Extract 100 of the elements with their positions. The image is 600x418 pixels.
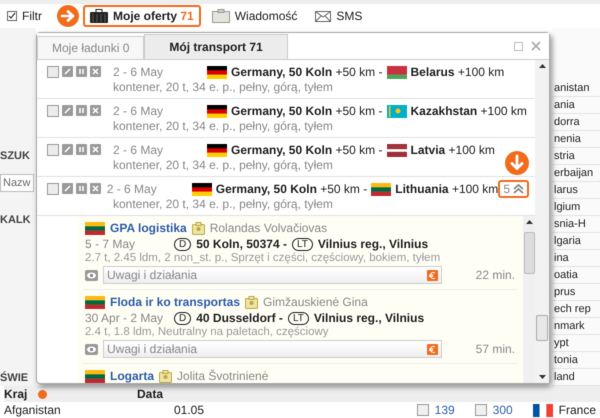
- edit-icon[interactable]: [62, 183, 73, 194]
- note-icon: [212, 9, 230, 23]
- scroll-up-icon[interactable]: [526, 220, 532, 224]
- pause-icon[interactable]: [76, 66, 87, 77]
- section-heading: SZUK: [0, 150, 31, 162]
- search-field[interactable]: Nazw: [0, 174, 34, 192]
- country-item[interactable]: stria: [552, 148, 600, 165]
- column-header[interactable]: Kraj: [4, 387, 84, 401]
- column-header[interactable]: Data: [137, 387, 197, 401]
- date-range: 2 - 6 May: [106, 182, 158, 196]
- cargo-details: kontener, 20 t, 34 e. p., pełny, górą, tyłem: [113, 119, 333, 133]
- country-code-badge: LT: [292, 238, 313, 250]
- contact-name: Gimžauskienė Gina: [263, 295, 368, 309]
- checkbox[interactable]: [47, 66, 59, 78]
- contact-card-icon: [245, 296, 258, 308]
- sort-icon: [38, 390, 47, 398]
- country-item[interactable]: ech rep: [552, 301, 600, 318]
- country-item[interactable]: lgium: [552, 199, 600, 216]
- country-item[interactable]: erbaijan: [552, 165, 600, 182]
- edit-icon[interactable]: [62, 66, 73, 77]
- checkbox[interactable]: [416, 404, 429, 416]
- destination-text: Vilnius reg., Vilnius: [318, 237, 428, 251]
- country-item[interactable]: ypt: [552, 335, 600, 352]
- table-cell-text: 01.05: [174, 403, 206, 417]
- edit-icon[interactable]: [62, 144, 73, 155]
- delete-icon[interactable]: [90, 144, 101, 155]
- country-item[interactable]: larus: [552, 182, 600, 199]
- flag-icon: [207, 66, 227, 78]
- scrollbar[interactable]: [535, 60, 549, 383]
- flag-icon: [207, 104, 227, 118]
- date-range: 30 Apr - 2 May: [85, 311, 164, 325]
- country-item[interactable]: nenia: [552, 131, 600, 148]
- edit-icon[interactable]: [62, 105, 73, 116]
- country-code-badge: LT: [288, 312, 309, 324]
- contact-name: Rolandas Volvačiovas: [210, 221, 328, 235]
- delete-icon[interactable]: [90, 105, 101, 116]
- scroll-down-icon[interactable]: [538, 375, 546, 379]
- scrollbar-thumb[interactable]: [524, 232, 534, 274]
- toolbar-button[interactable]: SMS: [308, 5, 370, 27]
- checkbox-icon: [7, 11, 17, 21]
- flag-icon: [192, 182, 212, 196]
- scrollbar-thumb[interactable]: [536, 315, 548, 341]
- country-item[interactable]: snia-H: [552, 216, 600, 233]
- destination-text: Kazakhstan +100 km: [410, 104, 527, 118]
- checkbox[interactable]: [47, 105, 59, 117]
- euro-icon[interactable]: [427, 270, 438, 280]
- country-item[interactable]: nmark: [552, 318, 600, 335]
- flag-icon: [386, 104, 407, 118]
- notes-field[interactable]: Uwagi i działania: [103, 340, 442, 358]
- country-item[interactable]: tonia: [552, 352, 600, 369]
- origin-text: 50 Koln, 50374 -: [196, 237, 287, 251]
- company-link[interactable]: Logarta: [110, 369, 154, 383]
- scrollbar[interactable]: [523, 216, 535, 383]
- maximize-icon[interactable]: [514, 42, 523, 50]
- country-item[interactable]: ina: [552, 250, 600, 267]
- country-code-badge: D: [174, 238, 192, 250]
- checkbox[interactable]: [47, 144, 59, 156]
- count-link[interactable]: 139: [434, 403, 469, 417]
- delete-icon[interactable]: [90, 183, 101, 194]
- toolbar-button[interactable]: Filtr: [0, 5, 49, 27]
- double-chevron-up-icon: [513, 184, 524, 194]
- pause-icon[interactable]: [76, 105, 87, 116]
- responses-toggle[interactable]: 5: [498, 180, 529, 198]
- company-link[interactable]: Floda ir ko transportas: [110, 295, 240, 309]
- country-item[interactable]: lgaria: [552, 233, 600, 250]
- country-item[interactable]: oatia: [552, 267, 600, 284]
- date-range: 2 - 6 May: [113, 65, 164, 79]
- flag-icon: [371, 182, 392, 196]
- table-cell-text: Afganistan: [4, 403, 62, 417]
- company-link[interactable]: GPA logistika: [110, 221, 187, 235]
- elapsed-time: 57 min.: [474, 342, 515, 356]
- eye-icon[interactable]: [85, 344, 98, 354]
- destination-text: Latvia +100 km: [410, 143, 495, 157]
- country-item[interactable]: prus: [552, 284, 600, 301]
- elapsed-time: 22 min.: [474, 268, 515, 282]
- flag-icon: [85, 296, 105, 308]
- contact-card-icon: [159, 370, 172, 382]
- country-item[interactable]: ania: [552, 97, 600, 114]
- toolbar-button[interactable]: Moje oferty 71: [83, 5, 201, 27]
- pause-icon[interactable]: [76, 144, 87, 155]
- cargo-details: kontener, 20 t, 34 e. p., pełny, górą, tyłem: [113, 158, 333, 172]
- eye-icon[interactable]: [85, 270, 98, 280]
- euro-icon[interactable]: [427, 344, 438, 354]
- country-item[interactable]: dorra: [552, 114, 600, 131]
- country-code-badge: D: [174, 312, 192, 324]
- count-link[interactable]: 300: [492, 403, 527, 417]
- country-item[interactable]: anistan: [552, 80, 600, 97]
- checkbox[interactable]: [474, 404, 487, 416]
- notes-field[interactable]: Uwagi i działania: [103, 266, 442, 284]
- close-icon[interactable]: [531, 41, 541, 51]
- origin-text: Germany, 50 Koln +50 km -: [231, 65, 383, 79]
- scroll-up-icon[interactable]: [538, 64, 546, 68]
- delete-icon[interactable]: [90, 66, 101, 77]
- cargo-details: kontener, 20 t, 34 e. p., pełny, górą, tyłem: [113, 197, 333, 211]
- country-name: France: [558, 403, 596, 417]
- toolbar-button[interactable]: Wiadomość: [204, 5, 304, 27]
- checkbox[interactable]: [47, 183, 59, 195]
- tab[interactable]: Mój transport 71: [144, 34, 288, 59]
- pause-icon[interactable]: [76, 183, 87, 194]
- section-heading: KALK: [0, 214, 32, 226]
